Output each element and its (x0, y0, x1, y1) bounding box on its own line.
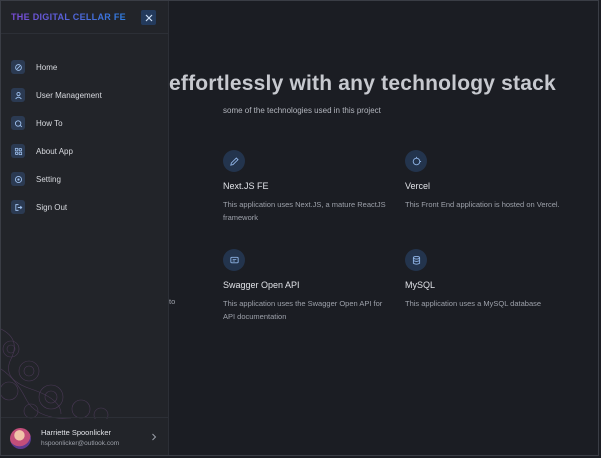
partial-text: to (169, 297, 176, 306)
sidebar-item-about-app[interactable]: About App (1, 137, 169, 165)
sidebar-item-user-management[interactable]: User Management (1, 81, 169, 109)
card-title: Vercel (405, 181, 431, 191)
sidebar-item-home[interactable]: Home (1, 53, 169, 81)
database-icon (405, 249, 427, 271)
card-description: This application uses a MySQL database (405, 299, 542, 308)
tech-card-swagger: Swagger Open API This application uses t… (223, 249, 393, 323)
sidebar-item-label: About App (36, 146, 73, 156)
user-icon (11, 88, 25, 102)
help-icon (11, 116, 25, 130)
card-title: MySQL (405, 280, 436, 290)
card-title: Next.JS FE (223, 181, 269, 191)
sidebar: THE DIGITAL CELLAR FE Home User Manageme… (1, 1, 169, 455)
tech-card-vercel: Vercel This Front End application is hos… (405, 150, 575, 211)
sidebar-item-label: How To (36, 118, 63, 128)
hero-subtitle: some of the technologies used in this pr… (223, 106, 381, 115)
tech-card-nextjs: Next.JS FE This application uses Next.JS… (223, 150, 393, 224)
avatar (10, 428, 31, 449)
pencil-icon (223, 150, 245, 172)
card-description: This application uses Next.JS, a mature … (223, 200, 386, 222)
user-email: hspoonlicker@outlook.com (41, 440, 120, 447)
close-icon (145, 14, 152, 21)
decorative-pattern (1, 328, 109, 419)
sidebar-item-how-to[interactable]: How To (1, 109, 169, 137)
sidebar-item-sign-out[interactable]: Sign Out (1, 193, 169, 221)
sign-out-icon (11, 200, 25, 214)
hosting-icon (405, 150, 427, 172)
sidebar-item-label: Sign Out (36, 202, 68, 212)
tech-card-mysql: MySQL This application uses a MySQL data… (405, 249, 575, 310)
apps-icon (11, 144, 25, 158)
card-description: This Front End application is hosted on … (405, 200, 560, 209)
close-sidebar-button[interactable] (141, 10, 156, 25)
home-icon (11, 60, 25, 74)
user-profile[interactable]: Harriette Spoonlicker hspoonlicker@outlo… (1, 417, 169, 455)
sidebar-item-label: Setting (36, 174, 61, 184)
sidebar-item-label: User Management (36, 90, 102, 100)
card-title: Swagger Open API (223, 280, 300, 290)
chevron-right-icon[interactable] (151, 433, 157, 441)
settings-icon (11, 172, 25, 186)
user-name: Harriette Spoonlicker (41, 428, 112, 437)
brand-logo[interactable]: THE DIGITAL CELLAR FE (11, 12, 126, 22)
sidebar-item-setting[interactable]: Setting (1, 165, 169, 193)
card-description: This application uses the Swagger Open A… (223, 299, 383, 321)
message-icon (223, 249, 245, 271)
sidebar-nav: Home User Management How To About App Se… (1, 53, 169, 221)
sidebar-header: THE DIGITAL CELLAR FE (1, 1, 169, 34)
hero-title: effortlessly with any technology stack (169, 72, 556, 95)
app-window: effortlessly with any technology stack s… (0, 0, 599, 456)
sidebar-item-label: Home (36, 62, 58, 72)
